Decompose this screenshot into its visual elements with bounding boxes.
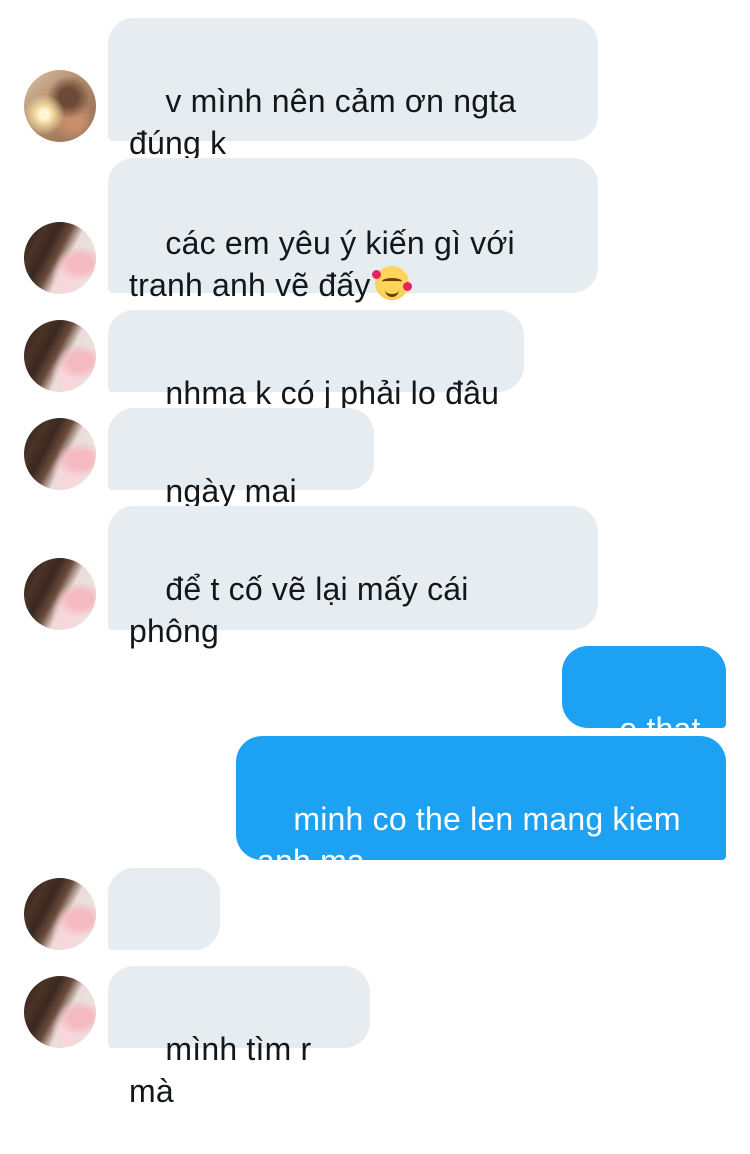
avatar[interactable]	[24, 320, 96, 392]
avatar[interactable]	[24, 976, 96, 1048]
avatar[interactable]	[24, 222, 96, 294]
avatar[interactable]	[24, 70, 96, 142]
outgoing-message-bubble[interactable]: minh co the len mang kiem anh ma...	[236, 736, 726, 879]
incoming-message-bubble[interactable]: nhma k có j phải lo đâu	[108, 310, 524, 411]
avatar[interactable]	[24, 418, 96, 490]
message-text: nhma k có j phải lo đâu	[165, 375, 500, 411]
message-text: v mình nên cảm ơn ngta đúng k	[129, 83, 517, 161]
message-text: để t cố vẽ lại mấy cái phông	[129, 571, 469, 649]
message-text: mình tìm r mà	[129, 1031, 321, 1109]
incoming-message-bubble[interactable]: v mình nên cảm ơn ngta đúng k	[108, 18, 598, 161]
incoming-message-bubble[interactable]: ngày mai diễn	[108, 408, 374, 551]
avatar[interactable]	[24, 558, 96, 630]
chat-thread: v mình nên cảm ơn ngta đúng k các em yêu…	[0, 0, 750, 1109]
message-text: minh co the len mang kiem anh ma...	[257, 801, 681, 879]
message-text: các em yêu ý kiến gì với tranh anh vẽ đấ…	[129, 225, 515, 303]
smiling-face-with-hearts-icon	[371, 266, 412, 300]
incoming-message-bubble[interactable]: các em yêu ý kiến gì với tranh anh vẽ đấ…	[108, 158, 598, 303]
incoming-message-bubble[interactable]: mình tìm r mà	[108, 966, 370, 1109]
incoming-message-bubble[interactable]: hem	[108, 868, 220, 1011]
outgoing-message-bubble[interactable]: e that a	[562, 646, 726, 789]
incoming-message-bubble[interactable]: để t cố vẽ lại mấy cái phông	[108, 506, 598, 649]
avatar[interactable]	[24, 878, 96, 950]
